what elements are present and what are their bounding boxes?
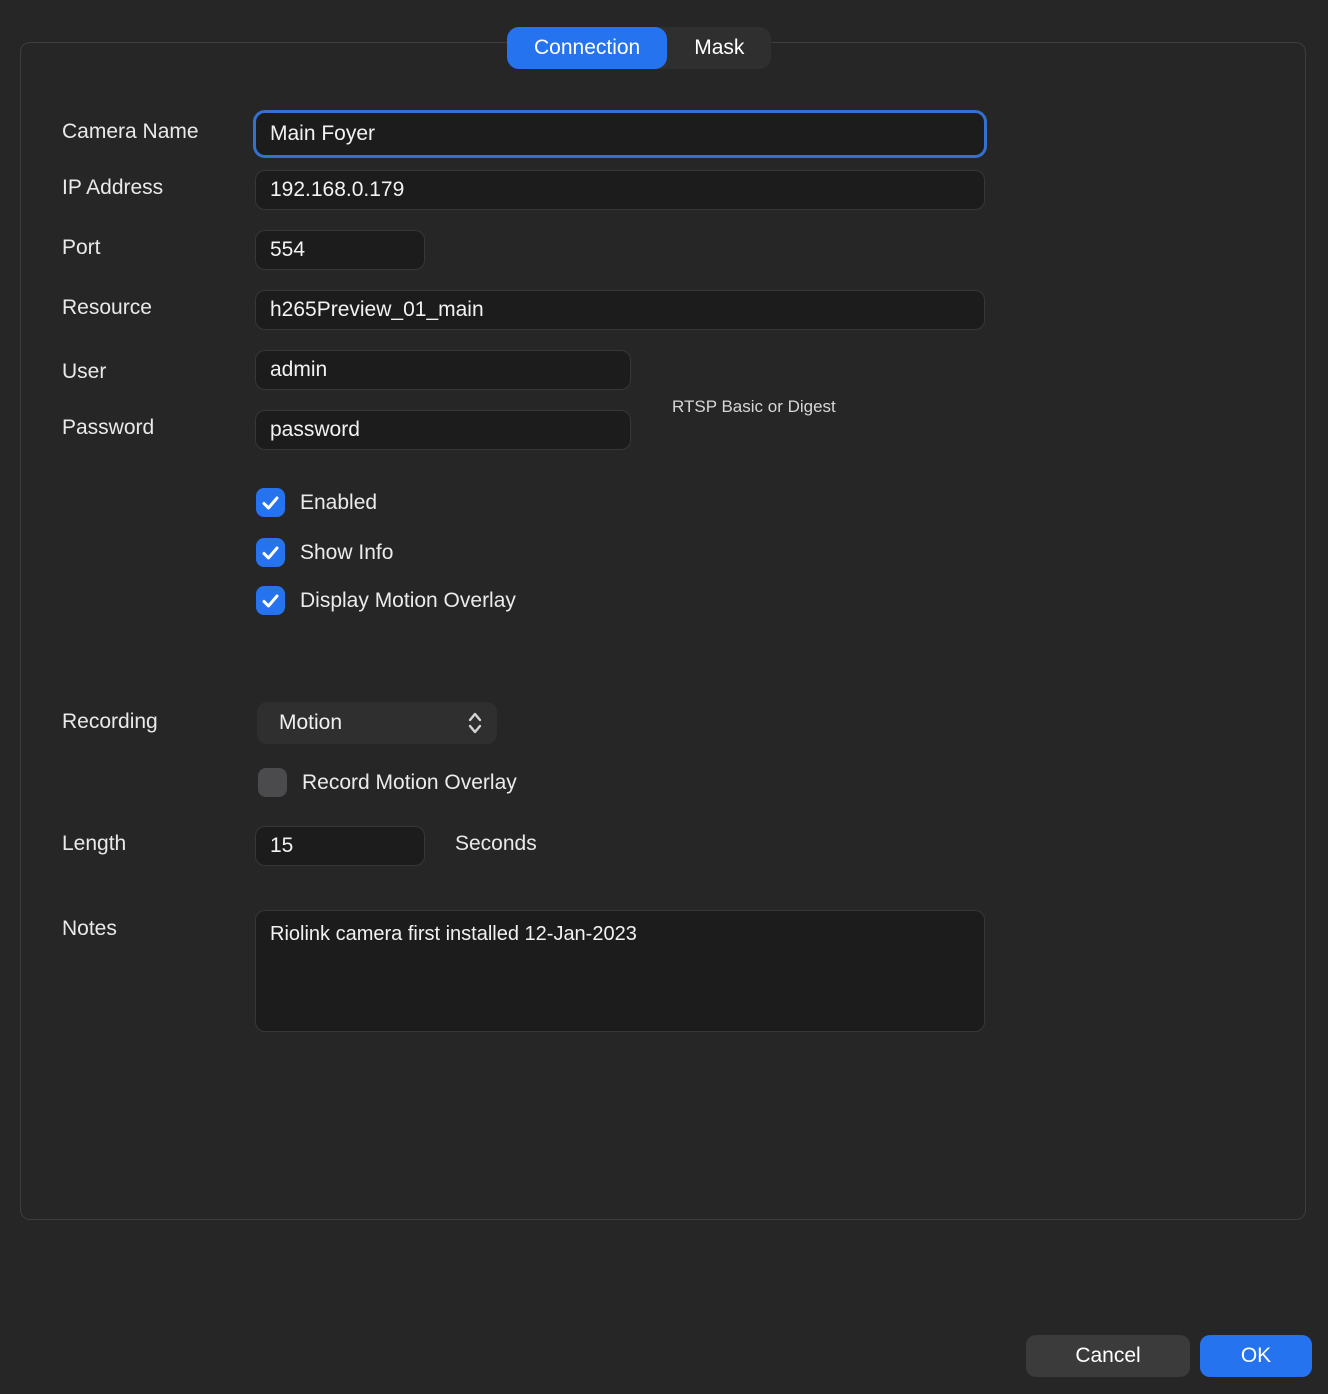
display-motion-overlay-checkbox-label: Display Motion Overlay xyxy=(300,589,516,613)
cancel-button[interactable]: Cancel xyxy=(1026,1335,1190,1377)
ok-button[interactable]: OK xyxy=(1200,1335,1312,1377)
recording-select[interactable]: Motion xyxy=(257,702,497,744)
camera-name-input[interactable] xyxy=(253,110,987,158)
enabled-checkbox-row[interactable]: Enabled xyxy=(256,488,377,517)
port-label: Port xyxy=(62,236,101,260)
checkmark-icon xyxy=(262,594,279,608)
record-motion-overlay-checkbox-label: Record Motion Overlay xyxy=(302,771,517,795)
resource-label: Resource xyxy=(62,296,152,320)
length-unit-label: Seconds xyxy=(455,832,537,856)
notes-textarea[interactable]: Riolink camera first installed 12-Jan-20… xyxy=(255,910,985,1032)
password-label: Password xyxy=(62,416,154,440)
camera-name-label: Camera Name xyxy=(62,120,199,144)
display-motion-overlay-checkbox-row[interactable]: Display Motion Overlay xyxy=(256,586,516,615)
length-label: Length xyxy=(62,832,126,856)
ip-address-label: IP Address xyxy=(62,176,163,200)
notes-label: Notes xyxy=(62,917,117,941)
checkmark-icon xyxy=(262,496,279,510)
checkmark-icon xyxy=(262,546,279,560)
port-input[interactable] xyxy=(255,230,425,270)
tab-connection[interactable]: Connection xyxy=(507,27,667,69)
enabled-checkbox-label: Enabled xyxy=(300,491,377,515)
user-input[interactable] xyxy=(255,350,631,390)
display-motion-overlay-checkbox[interactable] xyxy=(256,586,285,615)
tab-connection-label: Connection xyxy=(534,36,640,60)
tab-bar: Connection Mask xyxy=(507,27,771,69)
user-label: User xyxy=(62,360,106,384)
recording-select-value: Motion xyxy=(279,711,342,735)
enabled-checkbox[interactable] xyxy=(256,488,285,517)
record-motion-overlay-checkbox[interactable] xyxy=(258,768,287,797)
camera-settings-dialog: Connection Mask Camera Name IP Address P… xyxy=(0,0,1328,1394)
chevron-up-down-icon xyxy=(467,710,483,736)
length-input[interactable] xyxy=(255,826,425,866)
resource-input[interactable] xyxy=(255,290,985,330)
show-info-checkbox-row[interactable]: Show Info xyxy=(256,538,393,567)
settings-panel xyxy=(20,42,1306,1220)
ip-address-input[interactable] xyxy=(255,170,985,210)
record-motion-overlay-checkbox-row[interactable]: Record Motion Overlay xyxy=(258,768,517,797)
tab-mask-label: Mask xyxy=(694,36,744,60)
tab-mask[interactable]: Mask xyxy=(667,27,771,69)
recording-label: Recording xyxy=(62,710,158,734)
rtsp-auth-hint: RTSP Basic or Digest xyxy=(672,397,836,417)
show-info-checkbox-label: Show Info xyxy=(300,541,393,565)
password-input[interactable] xyxy=(255,410,631,450)
show-info-checkbox[interactable] xyxy=(256,538,285,567)
